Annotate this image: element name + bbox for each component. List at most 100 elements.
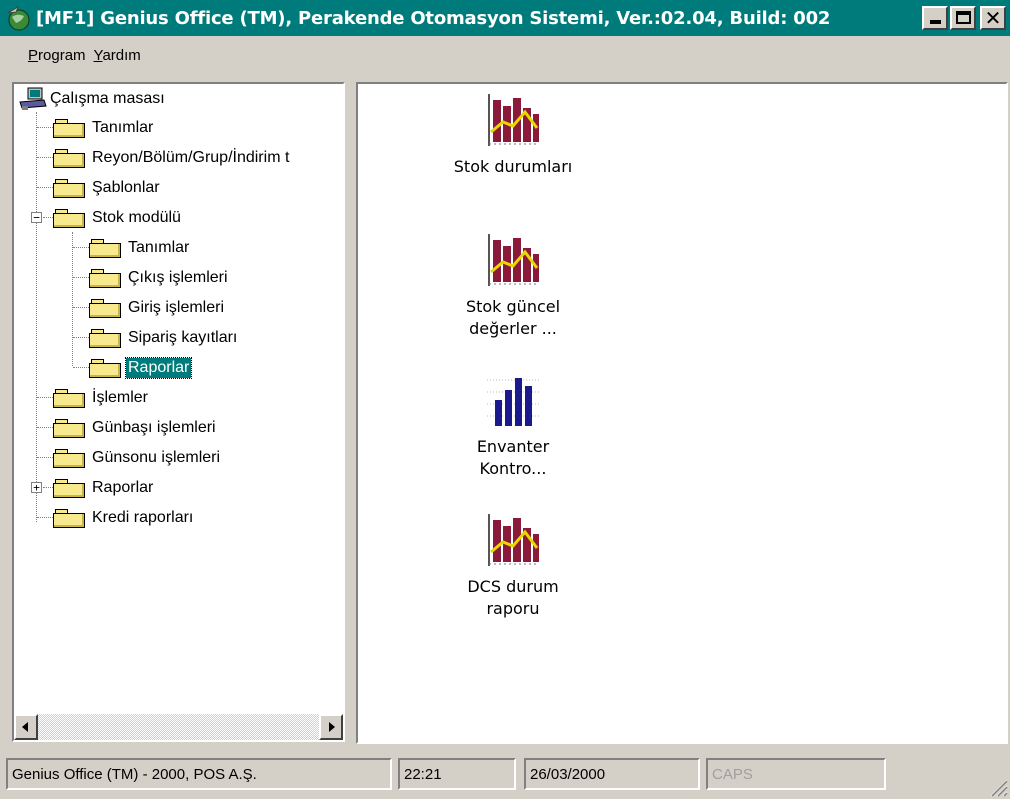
horizontal-scrollbar[interactable] — [14, 714, 343, 740]
tree-item-stok-tanimlar[interactable]: Tanımlar — [88, 233, 191, 263]
tree-label: Giriş işlemleri — [128, 299, 224, 316]
folder-icon — [52, 447, 88, 469]
tree-label: Günbaşı işlemleri — [92, 419, 216, 436]
caption-line: Stok güncel — [465, 297, 561, 316]
tree-line — [37, 187, 53, 188]
scroll-right-button[interactable] — [319, 714, 343, 740]
tree-line — [36, 112, 37, 522]
tree-viewport: Çalışma masası Tanımlar Reyon/Bölüm/Grup… — [14, 84, 343, 714]
caption-line: Envanter — [476, 437, 550, 456]
caption-line: raporu — [486, 599, 540, 618]
expand-icon[interactable]: + — [31, 482, 42, 493]
tree-line — [73, 337, 89, 338]
minimize-icon — [930, 20, 941, 24]
tree-item-gunbasi-islemleri[interactable]: Günbaşı işlemleri — [52, 413, 218, 443]
title-bar[interactable]: [MF1] Genius Office (TM), Perakende Otom… — [0, 0, 1010, 36]
minimize-button[interactable] — [922, 6, 948, 30]
reports-panel: Stok durumları Stok güncel değerler ... — [356, 82, 1008, 744]
close-icon: ✕ — [984, 6, 1002, 30]
status-date: 26/03/2000 — [524, 758, 700, 790]
tree-line — [37, 157, 53, 158]
tree-line — [73, 247, 89, 248]
report-caption: Stok durumları — [453, 157, 573, 176]
tree-label: Kredi raporları — [92, 509, 194, 526]
folder-icon — [52, 477, 88, 499]
bar-line-chart-icon — [488, 94, 539, 146]
status-time: 22:21 — [398, 758, 516, 790]
caption-line: Kontro... — [479, 459, 547, 478]
tree-item-sablonlar[interactable]: Şablonlar — [52, 173, 162, 203]
tree-label: Günsonu işlemleri — [92, 449, 221, 466]
report-stok-durumlari[interactable]: Stok durumları — [438, 92, 588, 178]
folder-icon — [88, 237, 124, 259]
open-folder-icon — [88, 357, 124, 379]
arrow-right-icon — [329, 722, 335, 732]
folder-icon — [88, 267, 124, 289]
tree-line — [37, 427, 53, 428]
folder-icon — [88, 327, 124, 349]
tree-root[interactable]: Çalışma masası — [18, 84, 167, 114]
menu-yardim[interactable]: Yardım — [92, 47, 147, 64]
tree-label: Sipariş kayıtları — [128, 329, 238, 346]
report-dcs-durum-raporu[interactable]: DCS durum raporu — [438, 512, 588, 620]
folder-icon — [52, 507, 88, 529]
tree-label: Çalışma masası — [50, 90, 165, 107]
report-stok-guncel-degerler[interactable]: Stok güncel değerler ... — [438, 232, 588, 340]
tree-item-gunsonu-islemleri[interactable]: Günsonu işlemleri — [52, 443, 222, 473]
bar-chart-icon — [487, 378, 539, 426]
tree-item-giris-islemleri[interactable]: Giriş işlemleri — [88, 293, 226, 323]
tree-item-tanimlar[interactable]: Tanımlar — [52, 113, 155, 143]
bar-line-chart-icon — [488, 234, 539, 286]
folder-icon — [52, 387, 88, 409]
tree-label-selected: Raporlar — [124, 357, 193, 379]
close-button[interactable]: ✕ — [980, 6, 1006, 30]
report-caption: Stok güncel değerler ... — [438, 296, 588, 340]
folder-icon — [52, 147, 88, 169]
desk-computer-icon — [19, 87, 47, 110]
tree-line — [72, 232, 73, 366]
maximize-icon — [956, 11, 971, 24]
collapse-icon[interactable]: − — [31, 212, 42, 223]
status-company: Genius Office (TM) - 2000, POS A.Ş. — [6, 758, 392, 790]
tree-label: Çıkış işlemleri — [128, 269, 228, 286]
bar-line-chart-icon — [488, 514, 539, 566]
tree-item-stok-modulu[interactable]: Stok modülü — [52, 203, 183, 233]
report-caption: DCS durum raporu — [438, 576, 588, 620]
caption-line: değerler ... — [469, 319, 557, 338]
tree-item-cikis-islemleri[interactable]: Çıkış işlemleri — [88, 263, 230, 293]
tree-item-reyon[interactable]: Reyon/Bölüm/Grup/İndirim t — [52, 143, 291, 173]
tree-item-kredi-raporlari[interactable]: Kredi raporları — [52, 503, 195, 533]
tree-line — [73, 367, 89, 368]
folder-icon — [52, 417, 88, 439]
tree-item-raporlar[interactable]: Raporlar — [52, 473, 155, 503]
tree-label: Stok modülü — [92, 209, 181, 226]
folder-icon — [52, 177, 88, 199]
tree-label: Tanımlar — [128, 239, 190, 256]
tree-label: Tanımlar — [92, 119, 154, 136]
folder-icon — [88, 297, 124, 319]
tree-label: Reyon/Bölüm/Grup/İndirim t — [92, 149, 290, 166]
tree-line — [73, 307, 89, 308]
menu-bar: Program Yardım — [0, 40, 147, 70]
report-envanter-kontrol[interactable]: Envanter Kontro... — [438, 372, 588, 480]
resize-grip-icon[interactable] — [986, 775, 1008, 797]
tree-item-islemler[interactable]: İşlemler — [52, 383, 150, 413]
tree-item-siparis-kayitlari[interactable]: Sipariş kayıtları — [88, 323, 239, 353]
tree-line — [37, 517, 53, 518]
scroll-track[interactable] — [38, 714, 319, 740]
arrow-left-icon — [22, 722, 28, 732]
scroll-left-button[interactable] — [14, 714, 38, 740]
tree-line — [37, 127, 53, 128]
status-caps: CAPS — [706, 758, 886, 790]
menu-program[interactable]: Program — [0, 47, 92, 64]
tree-label: İşlemler — [92, 389, 149, 406]
tree-line — [37, 397, 53, 398]
tree-line — [37, 457, 53, 458]
maximize-button[interactable] — [950, 6, 976, 30]
tree-label: Şablonlar — [92, 179, 160, 196]
report-caption: Envanter Kontro... — [438, 436, 588, 480]
status-bar: Genius Office (TM) - 2000, POS A.Ş. 22:2… — [0, 752, 1010, 799]
tree-item-stok-raporlar[interactable]: Raporlar — [88, 353, 193, 383]
tree-line — [73, 277, 89, 278]
navigation-tree[interactable]: Çalışma masası Tanımlar Reyon/Bölüm/Grup… — [12, 82, 345, 742]
